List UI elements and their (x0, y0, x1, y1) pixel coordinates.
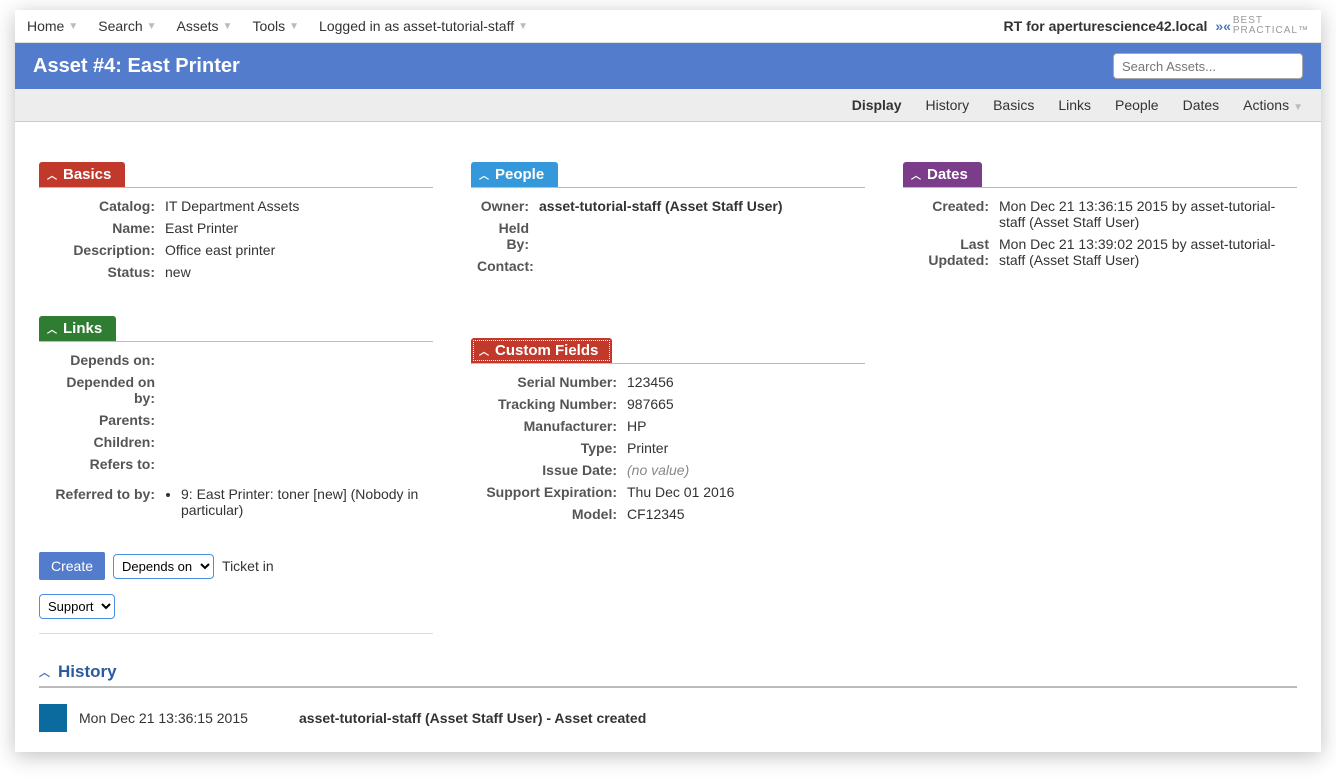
queue-select[interactable]: Support (39, 594, 115, 619)
link-direction-select[interactable]: Depends on (113, 554, 214, 579)
tab-actions[interactable]: Actions▼ (1243, 97, 1303, 113)
dates-created-value: Mon Dec 21 13:36:15 2015 by asset-tutori… (999, 198, 1291, 230)
cf-serial-value: 123456 (627, 374, 859, 390)
panel-custom-fields-header[interactable]: ︿ Custom Fields (471, 338, 612, 363)
tab-links[interactable]: Links (1058, 97, 1091, 113)
nav-tools[interactable]: Tools▼ (252, 18, 299, 34)
title-bar: Asset #4: East Printer (15, 43, 1321, 89)
links-parents-label: Parents: (45, 412, 165, 428)
people-owner-value: asset-tutorial-staff (Asset Staff User) (539, 198, 859, 214)
panel-history-header[interactable]: ︿ History (39, 662, 1297, 688)
history-entry[interactable]: Mon Dec 21 13:36:15 2015 asset-tutorial-… (39, 704, 1297, 732)
basics-catalog-value: IT Department Assets (165, 198, 427, 214)
panel-dates: ︿ Dates Created:Mon Dec 21 13:36:15 2015… (903, 162, 1297, 276)
basics-status-value: new (165, 264, 427, 280)
caret-up-icon: ︿ (911, 167, 921, 182)
panel-people: ︿ People Owner:asset-tutorial-staff (Ass… (471, 162, 865, 282)
cf-support-value: Thu Dec 01 2016 (627, 484, 859, 500)
links-depended-on-by-label: Depended on by: (45, 374, 165, 406)
search-assets-input[interactable] (1113, 53, 1303, 79)
tab-dates[interactable]: Dates (1183, 97, 1220, 113)
history-desc: asset-tutorial-staff (Asset Staff User) … (299, 710, 646, 726)
links-refers-to-label: Refers to: (45, 456, 165, 472)
nav-search[interactable]: Search▼ (98, 18, 156, 34)
cf-manufacturer-label: Manufacturer: (477, 418, 627, 434)
history-marker-icon (39, 704, 67, 732)
chevrons-icon: » « (1215, 18, 1228, 34)
cf-serial-label: Serial Number: (477, 374, 627, 390)
caret-up-icon: ︿ (39, 664, 50, 680)
basics-name-value: East Printer (165, 220, 427, 236)
cf-support-label: Support Expiration: (477, 484, 627, 500)
tab-history[interactable]: History (926, 97, 970, 113)
nav-home[interactable]: Home▼ (27, 18, 78, 34)
people-contact-value (539, 258, 859, 274)
people-heldby-label: Held By: (477, 220, 539, 252)
rt-instance-label: RT for aperturescience42.local (1004, 18, 1208, 34)
dates-created-label: Created: (909, 198, 999, 230)
cf-tracking-label: Tracking Number: (477, 396, 627, 412)
basics-catalog-label: Catalog: (45, 198, 165, 214)
caret-up-icon: ︿ (479, 167, 489, 182)
people-contact-label: Contact: (477, 258, 539, 274)
dates-updated-label: Last Updated: (909, 236, 999, 268)
cf-model-value: CF12345 (627, 506, 859, 522)
people-heldby-value (539, 220, 859, 252)
chevron-down-icon: ▼ (518, 21, 528, 32)
basics-status-label: Status: (45, 264, 165, 280)
caret-up-icon: ︿ (47, 167, 57, 182)
panel-custom-fields: ︿ Custom Fields Serial Number:123456 Tra… (471, 338, 865, 530)
history-time: Mon Dec 21 13:36:15 2015 (79, 710, 299, 726)
basics-description-label: Description: (45, 242, 165, 258)
bp-logo[interactable]: » « BEST PRACTICAL™ (1215, 16, 1309, 36)
chevron-down-icon: ▼ (1293, 102, 1303, 113)
people-owner-label: Owner: (477, 198, 539, 214)
panel-history: ︿ History Mon Dec 21 13:36:15 2015 asset… (39, 662, 1297, 732)
nav-logged-in[interactable]: Logged in as asset-tutorial-staff▼ (319, 18, 528, 34)
tab-people[interactable]: People (1115, 97, 1159, 113)
chevron-down-icon: ▼ (68, 21, 78, 32)
caret-up-icon: ︿ (47, 321, 57, 336)
cf-type-label: Type: (477, 440, 627, 456)
cf-model-label: Model: (477, 506, 627, 522)
tab-display[interactable]: Display (852, 97, 902, 113)
caret-up-icon: ︿ (479, 343, 489, 358)
links-depends-on-label: Depends on: (45, 352, 165, 368)
ticket-in-label: Ticket in (222, 558, 274, 574)
nav-assets[interactable]: Assets▼ (177, 18, 233, 34)
dates-updated-value: Mon Dec 21 13:39:02 2015 by asset-tutori… (999, 236, 1291, 268)
cf-issue-value: (no value) (627, 462, 859, 478)
page-title: Asset #4: East Printer (33, 55, 240, 78)
create-link-button[interactable]: Create (39, 552, 105, 580)
panel-links: ︿ Links Depends on: Depended on by: Pare… (39, 316, 433, 634)
chevron-down-icon: ▼ (289, 21, 299, 32)
links-children-label: Children: (45, 434, 165, 450)
panel-basics: ︿ Basics Catalog:IT Department Assets Na… (39, 162, 433, 288)
links-referred-item[interactable]: 9: East Printer: toner [new] (Nobody in … (181, 486, 427, 518)
top-nav: Home▼ Search▼ Assets▼ Tools▼ Logged in a… (15, 10, 1321, 43)
chevron-down-icon: ▼ (223, 21, 233, 32)
basics-description-value: Office east printer (165, 242, 427, 258)
panel-dates-header[interactable]: ︿ Dates (903, 162, 982, 187)
panel-basics-header[interactable]: ︿ Basics (39, 162, 125, 187)
panel-links-header[interactable]: ︿ Links (39, 316, 116, 341)
cf-issue-label: Issue Date: (477, 462, 627, 478)
cf-manufacturer-value: HP (627, 418, 859, 434)
tab-basics[interactable]: Basics (993, 97, 1034, 113)
links-referred-to-by-label: Referred to by: (45, 486, 165, 520)
cf-type-value: Printer (627, 440, 859, 456)
basics-name-label: Name: (45, 220, 165, 236)
cf-tracking-value: 987665 (627, 396, 859, 412)
page-tabs: Display History Basics Links People Date… (15, 89, 1321, 122)
panel-people-header[interactable]: ︿ People (471, 162, 558, 187)
chevron-down-icon: ▼ (147, 21, 157, 32)
